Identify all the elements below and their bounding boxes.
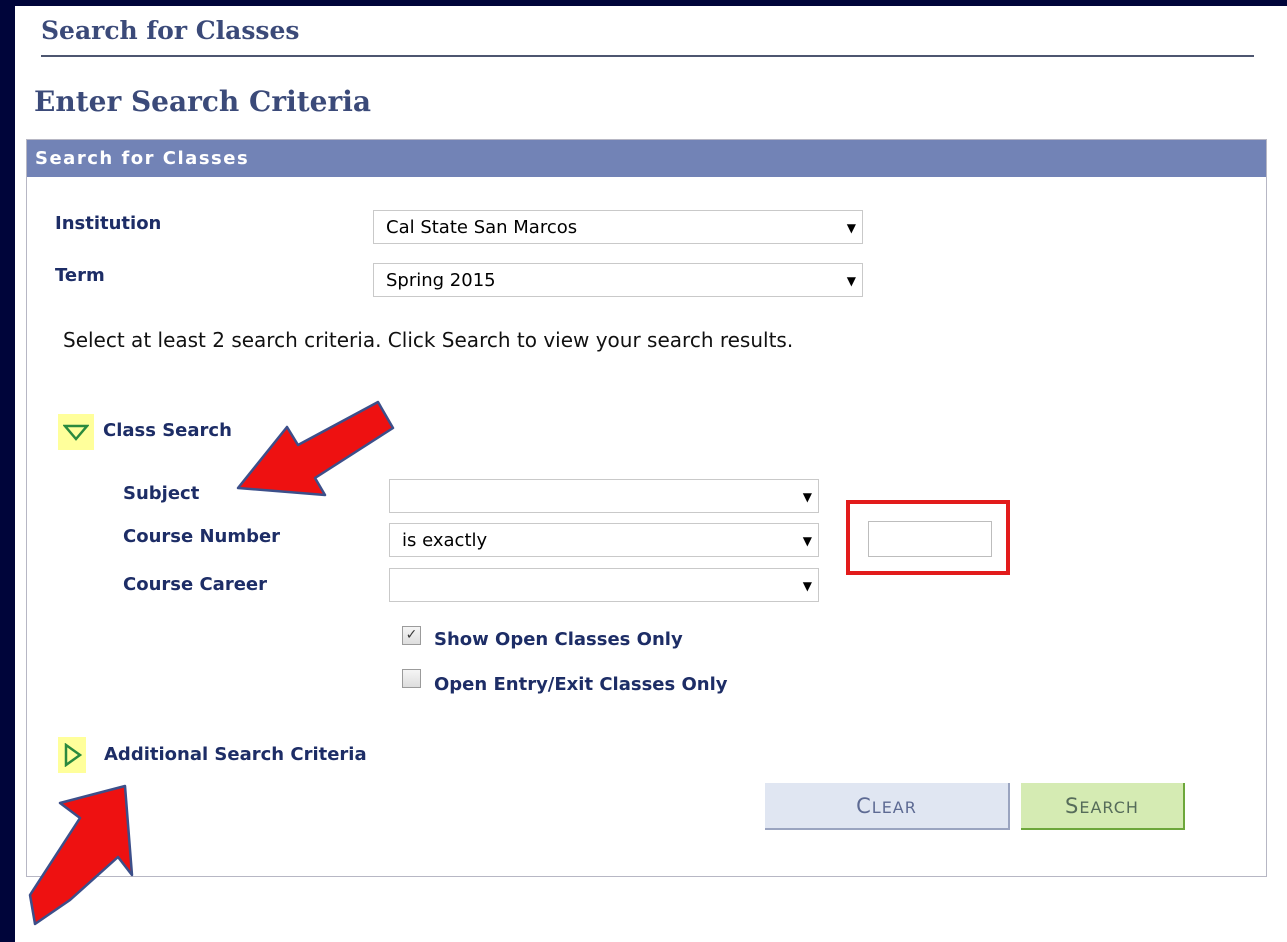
window-frame-left [0, 0, 15, 942]
course-career-label: Course Career [123, 574, 267, 595]
clear-button[interactable]: CLEAR [765, 783, 1010, 830]
highlight-box [846, 500, 1010, 575]
expanded-triangle-icon [63, 424, 89, 441]
title-divider [41, 55, 1254, 57]
course-career-select[interactable]: ▼ [389, 568, 819, 602]
checkmark-icon: ✓ [405, 627, 418, 643]
search-button[interactable]: SEARCH [1021, 783, 1185, 830]
page-title: Search for Classes [41, 16, 300, 45]
collapsed-triangle-icon [64, 743, 83, 767]
search-instructions: Select at least 2 search criteria. Click… [63, 328, 794, 352]
course-number-label: Course Number [123, 526, 281, 547]
dropdown-arrow-icon: ▼ [802, 490, 812, 504]
class-search-label[interactable]: Class Search [103, 420, 232, 441]
course-number-operator-select[interactable]: is exactly ▼ [389, 523, 819, 557]
additional-criteria-label[interactable]: Additional Search Criteria [104, 744, 367, 765]
dropdown-arrow-icon: ▼ [846, 274, 856, 288]
window-frame-top [0, 0, 1287, 6]
dropdown-arrow-icon: ▼ [802, 579, 812, 593]
section-title: Enter Search Criteria [34, 85, 371, 118]
subject-label: Subject [123, 483, 200, 504]
panel-header: Search for Classes [27, 140, 1266, 177]
institution-label: Institution [55, 213, 162, 234]
dropdown-arrow-icon: ▼ [802, 534, 812, 548]
additional-criteria-toggle[interactable] [58, 737, 86, 773]
term-select[interactable]: Spring 2015 ▼ [373, 263, 863, 297]
course-number-operator-value: is exactly [402, 530, 488, 551]
show-open-classes-checkbox[interactable]: ✓ [402, 626, 421, 645]
class-search-toggle[interactable] [58, 414, 94, 450]
dropdown-arrow-icon: ▼ [846, 221, 856, 235]
open-entry-exit-checkbox[interactable] [402, 669, 421, 688]
institution-select[interactable]: Cal State San Marcos ▼ [373, 210, 863, 244]
show-open-classes-label[interactable]: Show Open Classes Only [434, 629, 683, 650]
open-entry-exit-label[interactable]: Open Entry/Exit Classes Only [434, 674, 727, 695]
term-label: Term [55, 265, 105, 286]
institution-value: Cal State San Marcos [386, 217, 578, 238]
subject-select[interactable]: ▼ [389, 479, 819, 513]
term-value: Spring 2015 [386, 270, 496, 291]
